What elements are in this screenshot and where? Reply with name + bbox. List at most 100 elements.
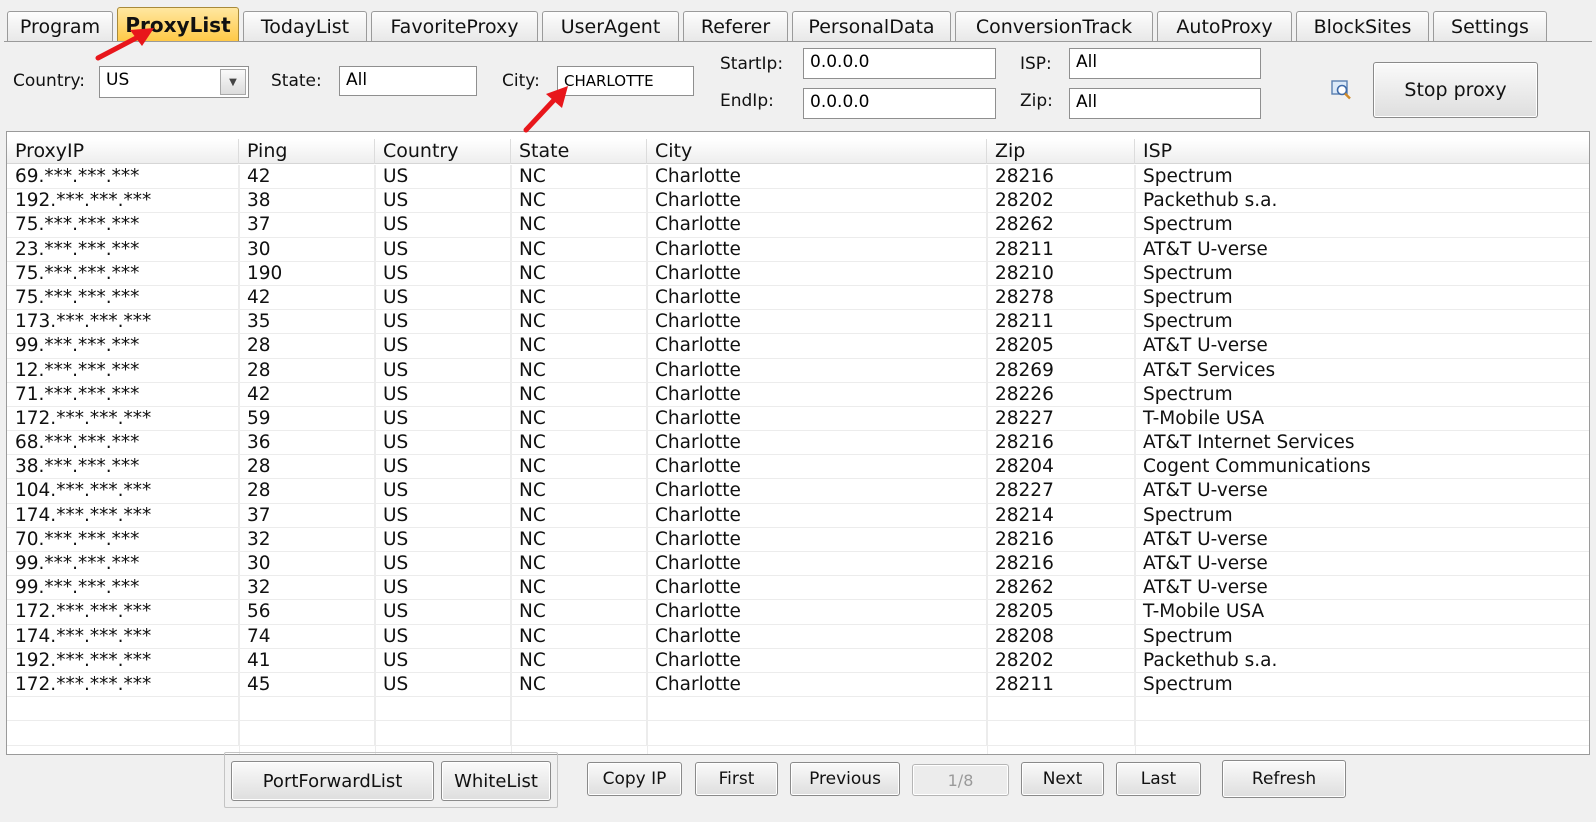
table-cell: 28211 — [987, 310, 1135, 334]
search-icon[interactable] — [1330, 79, 1352, 101]
table-cell: 28216 — [987, 527, 1135, 551]
last-page-button[interactable]: Last — [1116, 762, 1201, 796]
table-row[interactable]: 71.***.***.*** 42 US NC Charlotte 28226 Spectr… — [7, 382, 1589, 407]
column-header-state[interactable]: State — [511, 139, 647, 164]
startip-input[interactable]: 0.0.0.0 — [803, 48, 996, 79]
table-cell: 45 — [239, 672, 375, 697]
stop-proxy-button[interactable]: Stop proxy — [1373, 62, 1538, 118]
country-combobox[interactable]: US ▼ — [99, 66, 249, 98]
whitelist-button[interactable]: WhiteList — [441, 761, 551, 801]
zip-input[interactable]: All — [1069, 88, 1261, 119]
table-cell — [375, 721, 511, 745]
table-row[interactable]: 75.***.***.*** 37 US NC Charlotte 28262 Spectr… — [7, 213, 1589, 238]
table-cell: 28269 — [987, 358, 1135, 382]
table-row[interactable]: 38.***.***.*** 28 US NC Charlotte 28204 Cogent… — [7, 455, 1589, 480]
table-cell: 28 — [239, 455, 375, 479]
tab-conversiontrack[interactable]: ConversionTrack — [955, 11, 1153, 42]
table-row[interactable]: 174.***.***.*** 37 US NC Charlotte 28214 Spect… — [7, 503, 1589, 528]
table-cell: US — [375, 358, 511, 382]
table-cell: NC — [511, 285, 647, 310]
table-cell: 38 — [239, 189, 375, 213]
table-cell: AT&T U-verse — [1143, 577, 1268, 599]
table-cell: 104.***.***.*** — [7, 479, 239, 503]
table-row[interactable]: 70.***.***.*** 32 US NC Charlotte 28216 AT&T U… — [7, 527, 1589, 552]
table-row[interactable]: 69.***.***.*** 42 US NC Charlotte 28216 Spectr… — [7, 165, 1589, 190]
table-row[interactable]: 99.***.***.*** 30 US NC Charlotte 28216 AT&T U… — [7, 552, 1589, 577]
table-row[interactable]: 99.***.***.*** 28 US NC Charlotte 28205 AT&T U… — [7, 334, 1589, 359]
copy-ip-button[interactable]: Copy IP — [587, 762, 682, 796]
table-row[interactable]: 12.***.***.*** 28 US NC Charlotte 28269 AT&T S… — [7, 358, 1589, 383]
table-cell: 172.***.***.*** — [7, 672, 239, 697]
table-cell: Charlotte — [647, 455, 987, 479]
table-cell: T-Mobile USA — [1143, 407, 1265, 429]
table-row[interactable]: 99.***.***.*** 32 US NC Charlotte 28262 AT&T U… — [7, 576, 1589, 601]
table-header: ProxyIP Ping Country State City Zip ISP — [7, 139, 1589, 164]
table-row[interactable]: 172.***.***.*** 45 US NC Charlotte 28211 Spect… — [7, 672, 1589, 698]
table-row[interactable]: 75.***.***.*** 190 US NC Charlotte 28210 Spect… — [7, 261, 1589, 286]
column-header-proxyip[interactable]: ProxyIP — [7, 139, 239, 164]
refresh-button[interactable]: Refresh — [1222, 760, 1346, 798]
table-row[interactable]: 173.***.***.*** 35 US NC Charlotte 28211 Spect… — [7, 310, 1589, 335]
table-row[interactable]: 192.***.***.*** 41 US NC Charlotte 28202 Packe… — [7, 648, 1589, 673]
column-header-country[interactable]: Country — [375, 139, 511, 164]
column-header-isp[interactable]: ISP — [1135, 139, 1557, 164]
table-cell: Cogent Communications — [1143, 456, 1371, 478]
state-input[interactable]: All — [339, 66, 477, 96]
tab-settings[interactable]: Settings — [1433, 11, 1547, 42]
column-divider — [239, 165, 240, 754]
table-cell: 28202 — [987, 648, 1135, 672]
city-input[interactable]: CHARLOTTE — [557, 66, 694, 96]
table-cell: AT&T U-verse — [1143, 553, 1268, 574]
table-cell: US — [375, 310, 511, 334]
tab-blocksites[interactable]: BlockSites — [1296, 11, 1429, 42]
table-row[interactable]: 192.***.***.*** 38 US NC Charlotte 28202 Packe… — [7, 189, 1589, 214]
table-row[interactable]: 174.***.***.*** 74 US NC Charlotte 28208 Spect… — [7, 624, 1589, 649]
table-cell: 28214 — [987, 503, 1135, 527]
tab-useragent[interactable]: UserAgent — [542, 11, 679, 42]
table-cell: NC — [511, 382, 647, 406]
chevron-down-icon[interactable]: ▼ — [220, 69, 246, 95]
column-divider — [987, 165, 988, 754]
tab-todaylist[interactable]: TodayList — [243, 11, 367, 42]
endip-input[interactable]: 0.0.0.0 — [803, 88, 996, 119]
tab-proxylist[interactable]: ProxyList — [117, 7, 239, 42]
table-row[interactable]: 75.***.***.*** 42 US NC Charlotte 28278 Spectr… — [7, 285, 1589, 311]
column-header-ping[interactable]: Ping — [239, 139, 375, 164]
tab-autoproxy[interactable]: AutoProxy — [1157, 11, 1292, 42]
table-cell: US — [375, 213, 511, 237]
table-row[interactable]: 172.***.***.*** 56 US NC Charlotte 28205 T-Mob… — [7, 600, 1589, 625]
tab-program[interactable]: Program — [7, 11, 113, 42]
column-header-zip[interactable]: Zip — [987, 139, 1135, 164]
table-row[interactable]: 68.***.***.*** 36 US NC Charlotte 28216 AT&T I… — [7, 431, 1589, 456]
tab-bar: Program ProxyList TodayList FavoriteProxy Us… — [0, 7, 1596, 42]
table-cell: Charlotte — [647, 527, 987, 551]
table-cell: US — [375, 552, 511, 576]
table-row[interactable]: 172.***.***.*** 59 US NC Charlotte 28227 T-Mob… — [7, 406, 1589, 432]
table-cell: US — [375, 165, 511, 189]
table-row[interactable]: 23.***.***.*** 30 US NC Charlotte 28211 AT&T U… — [7, 237, 1589, 262]
isp-input[interactable]: All — [1069, 48, 1261, 79]
column-header-city[interactable]: City — [647, 139, 987, 164]
table-cell — [7, 697, 239, 721]
previous-page-button[interactable]: Previous — [790, 762, 900, 796]
tab-personaldata[interactable]: PersonalData — [792, 11, 951, 42]
proxy-table: ProxyIP Ping Country State City Zip ISP 69.***… — [6, 131, 1590, 755]
tab-favoriteproxy[interactable]: FavoriteProxy — [371, 11, 538, 42]
table-cell: US — [375, 237, 511, 261]
next-page-button[interactable]: Next — [1021, 762, 1104, 796]
tab-referer[interactable]: Referer — [683, 11, 788, 42]
table-cell: Charlotte — [647, 672, 987, 697]
table-cell: Charlotte — [647, 600, 987, 624]
table-cell: 30 — [239, 552, 375, 576]
table-cell: 68.***.***.*** — [7, 431, 239, 455]
table-cell — [987, 721, 1135, 745]
table-row[interactable]: 104.***.***.*** 28 US NC Charlotte 28227 AT&T … — [7, 479, 1589, 504]
portforward-list-button[interactable]: PortForwardList — [231, 761, 434, 801]
table-cell: 38.***.***.*** — [7, 455, 239, 479]
table-cell: Spectrum — [1143, 383, 1233, 405]
table-cell: Spectrum — [1143, 214, 1233, 236]
table-cell: 28 — [239, 358, 375, 382]
table-cell: NC — [511, 527, 647, 551]
first-page-button[interactable]: First — [695, 762, 778, 796]
table-cell: NC — [511, 576, 647, 600]
